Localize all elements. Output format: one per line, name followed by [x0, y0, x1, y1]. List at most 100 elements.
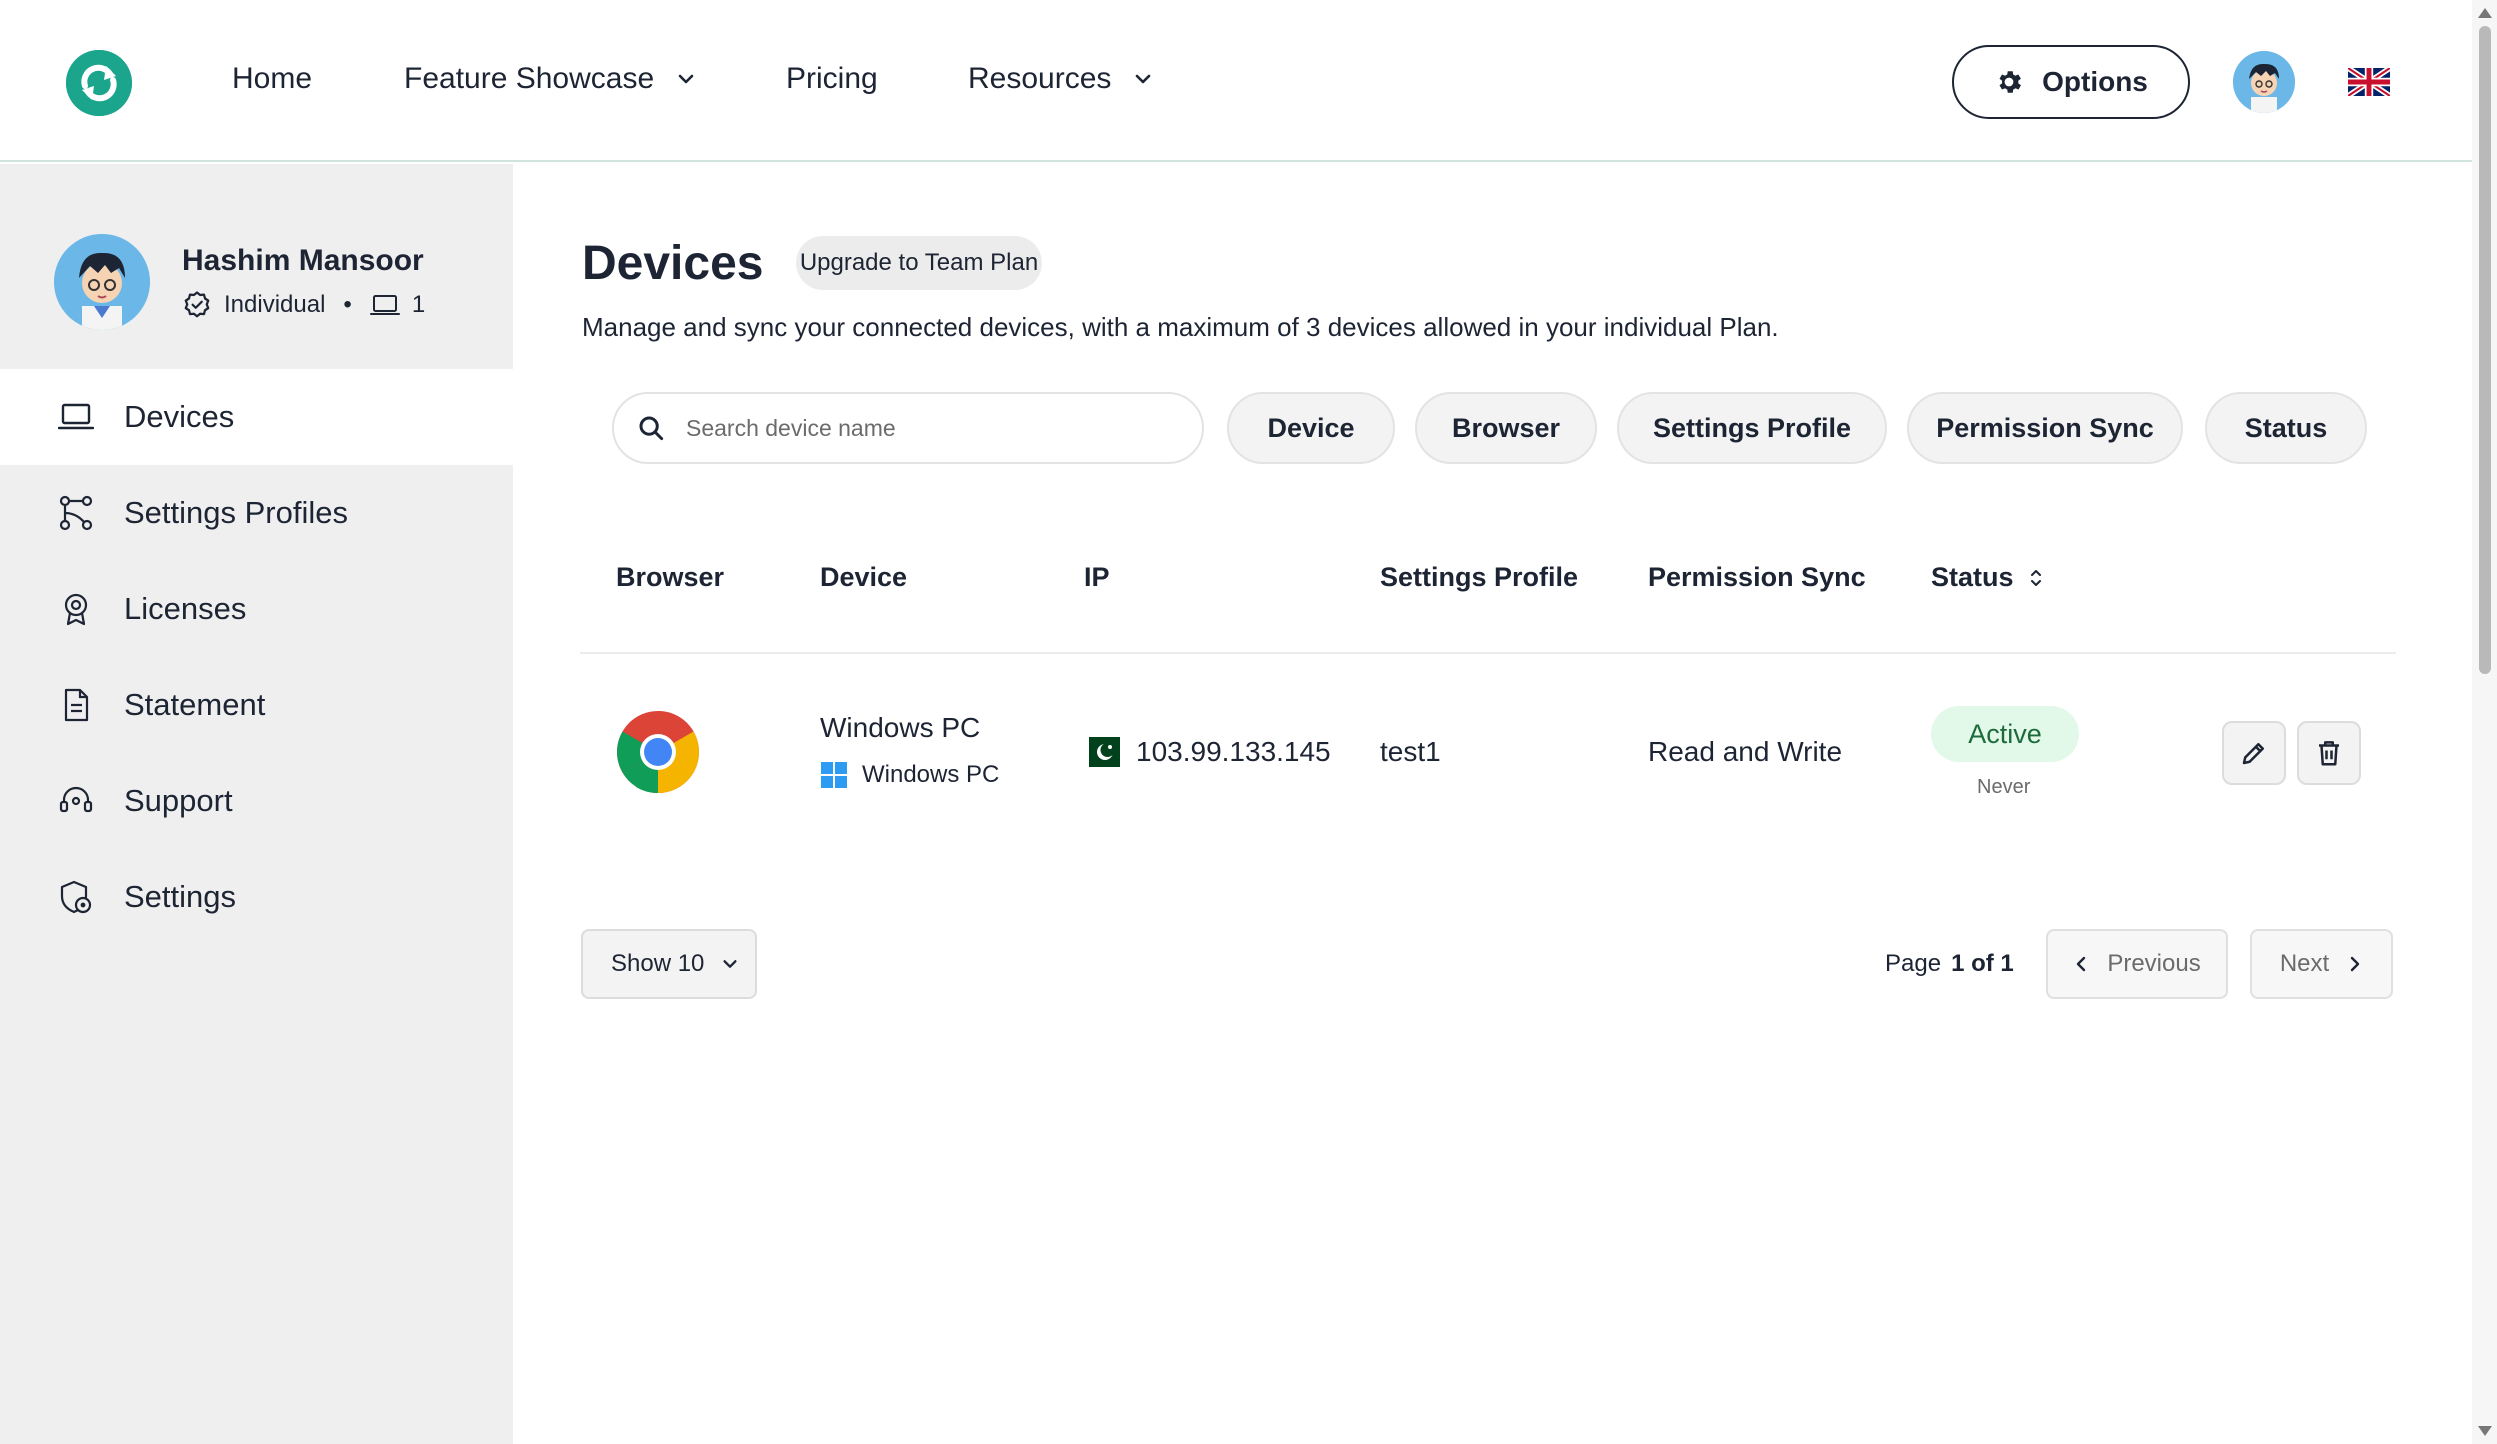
- filter-status-button[interactable]: Status: [2205, 392, 2367, 464]
- document-icon: [64, 688, 89, 722]
- column-header-status[interactable]: Status: [1931, 562, 2044, 593]
- page-size-select[interactable]: Show 10: [581, 929, 757, 999]
- nav-home-label: Home: [232, 62, 313, 95]
- plan-label: Individual: [224, 291, 326, 318]
- meta-separator: •: [343, 291, 352, 318]
- page-indicator: Page 1 of 1: [1885, 950, 2014, 978]
- chevron-down-icon: [1136, 74, 1151, 84]
- options-label: Options: [2042, 66, 2148, 97]
- page-subtitle: Manage and sync your connected devices, …: [582, 312, 1779, 342]
- laptop-icon: [58, 403, 94, 430]
- page-label: Page: [1885, 950, 1942, 977]
- sidebar-item-label: Licenses: [124, 591, 247, 626]
- search-box: [612, 392, 1204, 464]
- table-header-divider: [580, 652, 2396, 654]
- settings-shield-icon: [60, 880, 92, 914]
- trash-icon: [2319, 741, 2339, 766]
- chevron-down-icon: [723, 960, 737, 968]
- sidebar-item-licenses[interactable]: Licenses: [0, 561, 513, 657]
- filter-settings-profile-button[interactable]: Settings Profile: [1617, 392, 1887, 464]
- windows-icon: [821, 762, 847, 788]
- ip-address: 103.99.133.145: [1136, 736, 1331, 767]
- brand-logo-icon[interactable]: [66, 50, 132, 116]
- status-last-seen: Never: [1977, 776, 2031, 798]
- chevron-right-icon: [2350, 956, 2360, 972]
- sidebar-item-label: Statement: [124, 687, 266, 722]
- profile-avatar: [54, 234, 150, 330]
- status-badge: Active: [1931, 706, 2079, 762]
- chevron-left-icon: [2077, 956, 2086, 972]
- chevron-down-icon: [678, 74, 694, 84]
- sidebar: Hashim Mansoor Individual • 1 Devices Se…: [0, 164, 513, 1444]
- device-count: 1: [411, 291, 426, 318]
- column-header-label: Browser: [616, 562, 725, 592]
- sidebar-item-settings-profiles[interactable]: Settings Profiles: [0, 465, 513, 561]
- edit-device-button[interactable]: [2222, 721, 2286, 785]
- sort-icon: [2030, 569, 2041, 586]
- scroll-down-arrow-icon[interactable]: [2478, 1426, 2492, 1436]
- column-header-browser: Browser: [616, 562, 724, 593]
- settings-profile-value: test1: [1380, 736, 1441, 767]
- filter-permission-sync-button[interactable]: Permission Sync: [1907, 392, 2183, 464]
- license-icon: [64, 593, 88, 626]
- column-header-ip: IP: [1084, 562, 1110, 593]
- device-os: Windows PC: [820, 761, 999, 789]
- next-label: Next: [2279, 950, 2330, 977]
- upgrade-to-team-plan-button[interactable]: Upgrade to Team Plan: [796, 236, 1042, 290]
- user-avatar[interactable]: [2233, 51, 2295, 113]
- column-header-permission-sync: Permission Sync: [1648, 562, 1866, 593]
- pencil-icon: [2242, 743, 2264, 765]
- filter-browser-button[interactable]: Browser: [1415, 392, 1597, 464]
- search-input[interactable]: [686, 414, 1166, 442]
- laptop-icon: [369, 295, 400, 315]
- uk-flag-icon[interactable]: [2346, 65, 2392, 99]
- previous-label: Previous: [2107, 950, 2201, 977]
- delete-device-button[interactable]: [2297, 721, 2361, 785]
- headset-icon: [59, 786, 93, 813]
- pakistan-flag-icon: [1084, 737, 1120, 767]
- page-title: Devices: [582, 237, 764, 290]
- sidebar-item-label: Settings Profiles: [124, 495, 348, 530]
- profile-card: Hashim Mansoor Individual • 1: [0, 164, 513, 369]
- page-value: 1 of 1: [1951, 950, 2014, 977]
- options-button[interactable]: Options: [1952, 45, 2190, 119]
- nav-pricing-label: Pricing: [786, 62, 878, 95]
- sidebar-item-label: Devices: [124, 399, 235, 434]
- sidebar-item-devices[interactable]: Devices: [0, 369, 513, 465]
- sidebar-item-settings[interactable]: Settings: [0, 849, 513, 945]
- next-page-button[interactable]: Next: [2250, 929, 2393, 999]
- column-header-label: Device: [820, 562, 908, 592]
- sidebar-item-statement[interactable]: Statement: [0, 657, 513, 753]
- column-header-label: IP: [1084, 562, 1110, 592]
- main-content: Devices Upgrade to Team Plan Manage and …: [513, 164, 2472, 1444]
- search-icon: [639, 416, 664, 441]
- ip-cell: 103.99.133.145: [1084, 736, 1331, 768]
- filter-device-button[interactable]: Device: [1227, 392, 1395, 464]
- device-os-label: Windows PC: [862, 761, 1000, 788]
- sidebar-item-label: Support: [124, 783, 233, 818]
- nav-feature-showcase-dropdown[interactable]: Feature Showcase: [404, 62, 696, 96]
- scroll-up-arrow-icon[interactable]: [2478, 8, 2492, 18]
- nav-resources-dropdown[interactable]: Resources: [968, 62, 1153, 96]
- verified-badge-icon: [184, 291, 210, 318]
- gear-icon: [1999, 71, 2022, 93]
- sidebar-item-label: Settings: [124, 879, 237, 914]
- nav-feature-showcase-label: Feature Showcase: [404, 62, 655, 95]
- nav-home-link[interactable]: Home: [232, 62, 312, 96]
- page-size-label: Show 10: [611, 950, 705, 977]
- column-header-device: Device: [820, 562, 907, 593]
- nav-pricing-link[interactable]: Pricing: [786, 62, 878, 96]
- column-header-label: Settings Profile: [1380, 562, 1579, 592]
- sidebar-item-support[interactable]: Support: [0, 753, 513, 849]
- chrome-icon: [617, 711, 699, 794]
- page-scrollbar[interactable]: [2472, 0, 2497, 1444]
- top-navbar: Home Feature Showcase Pricing Resources …: [0, 0, 2472, 162]
- nav-resources-label: Resources: [968, 62, 1112, 95]
- column-header-label: Permission Sync: [1648, 562, 1866, 592]
- profile-meta: Individual • 1: [182, 290, 425, 320]
- scrollbar-thumb[interactable]: [2479, 26, 2491, 674]
- column-header-settings-profile: Settings Profile: [1380, 562, 1578, 593]
- column-header-label: Status: [1931, 562, 2014, 592]
- previous-page-button[interactable]: Previous: [2046, 929, 2228, 999]
- device-name: Windows PC: [820, 712, 981, 743]
